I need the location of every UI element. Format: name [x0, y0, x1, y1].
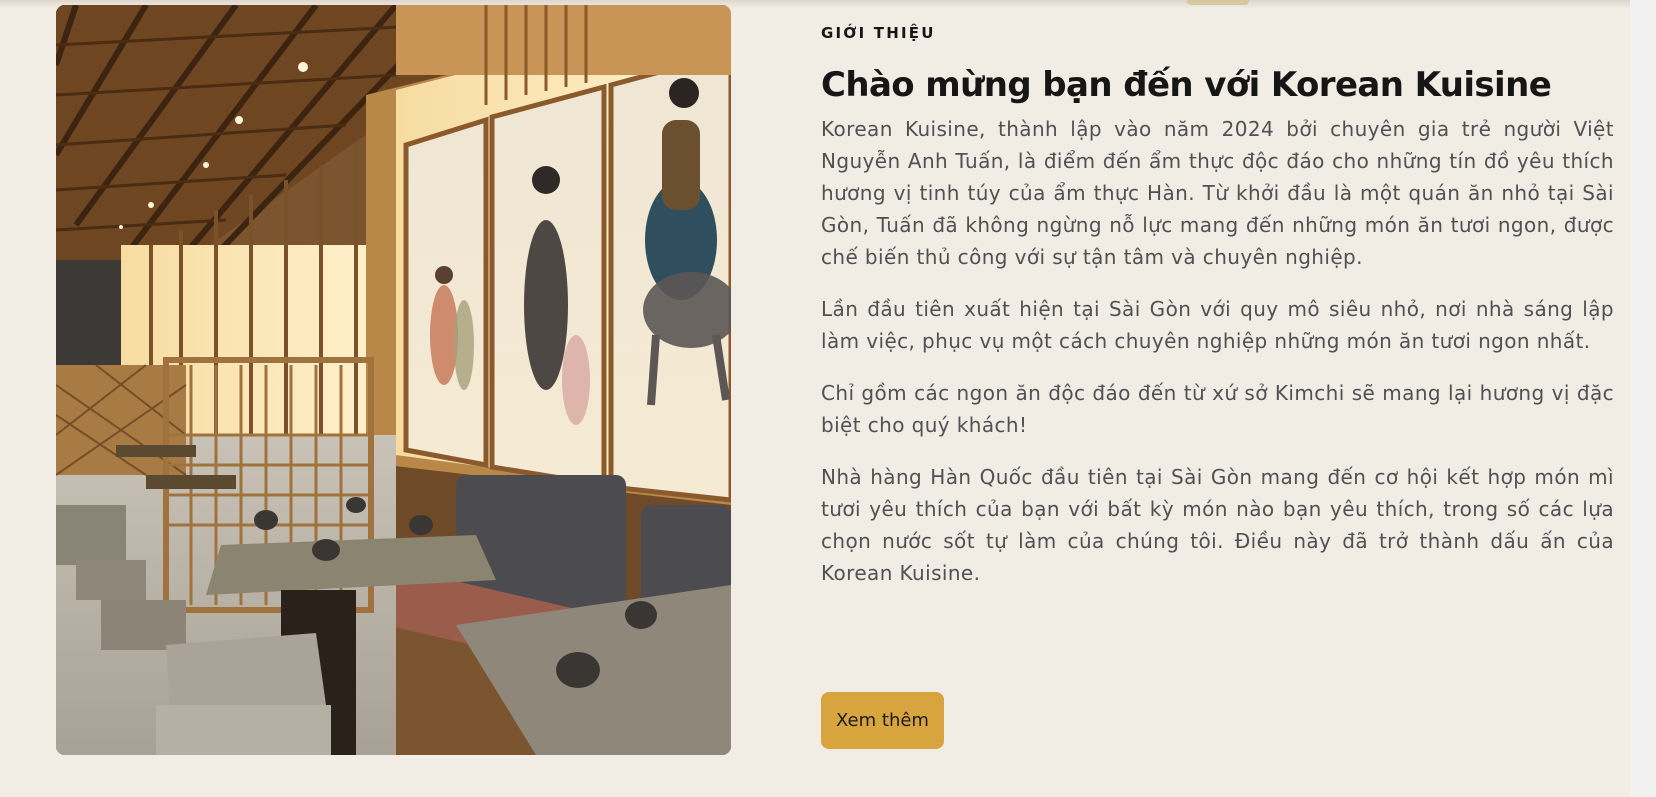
section-title: Chào mừng bạn đến với Korean Kuisine: [821, 65, 1552, 105]
about-section: GIỚI THIỆU Chào mừng bạn đến với Korean …: [821, 22, 1614, 609]
header-accent-tab: [1187, 0, 1249, 5]
about-paragraph-3: Chỉ gồm các ngon ăn độc đáo đến từ xứ sở…: [821, 381, 1614, 437]
about-paragraph-2: Lần đầu tiên xuất hiện tại Sài Gòn với q…: [821, 297, 1614, 353]
section-eyebrow: GIỚI THIỆU: [821, 24, 936, 42]
about-paragraph-1: Korean Kuisine, thành lập vào năm 2024 b…: [821, 117, 1614, 269]
restaurant-interior-illustration: [56, 5, 731, 755]
read-more-button[interactable]: Xem thêm: [821, 692, 944, 749]
about-paragraph-4: Nhà hàng Hàn Quốc đầu tiên tại Sài Gòn m…: [821, 465, 1614, 585]
restaurant-interior-image: [56, 5, 731, 755]
page-scrollbar[interactable]: [1630, 0, 1656, 797]
